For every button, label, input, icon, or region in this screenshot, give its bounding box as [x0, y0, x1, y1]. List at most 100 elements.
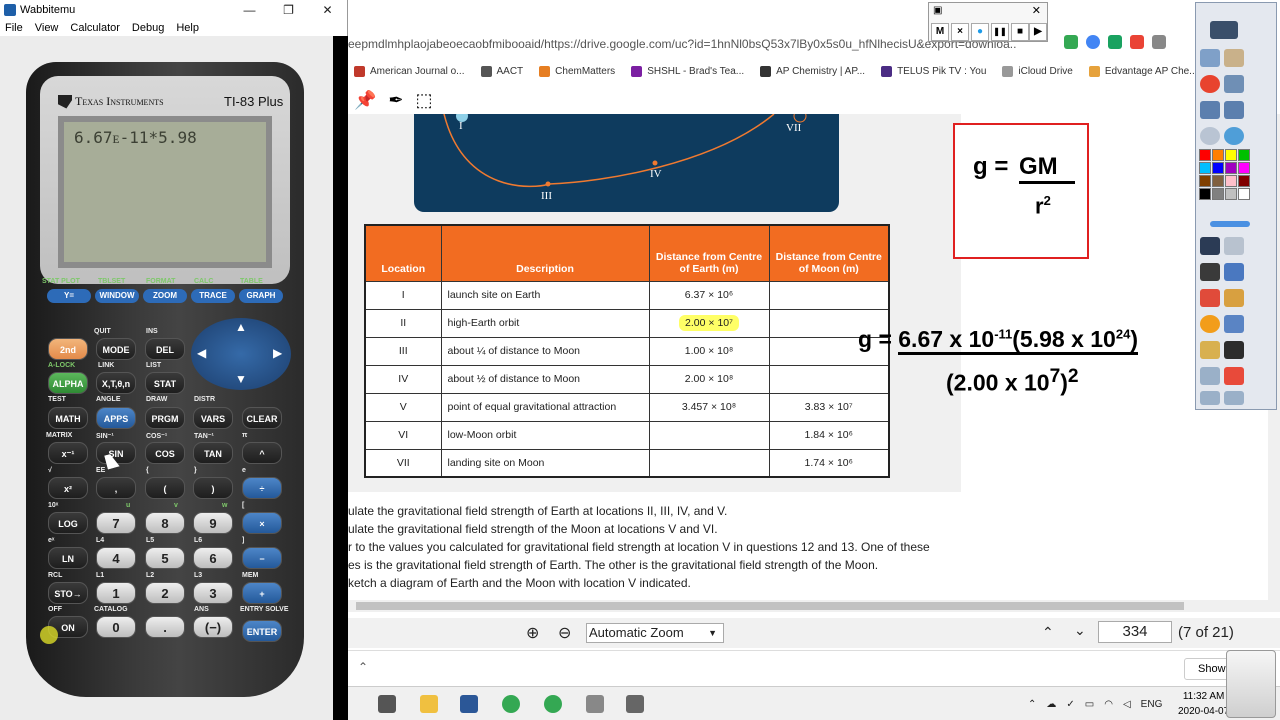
magic-pen-icon[interactable]: [1200, 341, 1220, 359]
bookmark-item[interactable]: SHSHL - Brad's Tea...: [631, 65, 744, 77]
chrome-icon[interactable]: [502, 695, 520, 713]
log-key[interactable]: LOG: [48, 512, 88, 534]
y-equals-key[interactable]: Y=: [47, 289, 91, 303]
bookmark-item[interactable]: American Journal o...: [354, 65, 465, 77]
ln-key[interactable]: LN: [48, 547, 88, 569]
color-swatch[interactable]: [1238, 175, 1250, 187]
menu-view[interactable]: View: [35, 22, 59, 34]
file-explorer-icon[interactable]: [420, 695, 438, 713]
color-swatch[interactable]: [1238, 188, 1250, 200]
security-icon[interactable]: ✓: [1066, 699, 1074, 710]
url-text[interactable]: eepmdlmhplaojabeoecaobfmibooaid/https://…: [348, 37, 1016, 51]
line-icon[interactable]: [1224, 315, 1244, 333]
text-icon[interactable]: [1224, 341, 1244, 359]
power-key[interactable]: ^: [242, 442, 282, 464]
next-page-icon[interactable]: ⌄: [1074, 622, 1086, 639]
mode-key[interactable]: MODE: [96, 338, 136, 360]
bookmark-item[interactable]: Edvantage AP Che...: [1088, 65, 1198, 77]
minimize-icon[interactable]: —: [230, 3, 269, 17]
redo-icon[interactable]: [1224, 391, 1244, 405]
vars-key[interactable]: VARS: [193, 407, 233, 429]
undo-icon[interactable]: [1200, 391, 1220, 405]
clear-key[interactable]: CLEAR: [242, 407, 282, 429]
arrow-right-icon[interactable]: ▶: [273, 346, 282, 360]
trash-icon[interactable]: [1226, 650, 1276, 718]
sto-key[interactable]: STO→: [48, 582, 88, 604]
tool-icon[interactable]: [1224, 237, 1244, 255]
fill-icon[interactable]: [1224, 289, 1244, 307]
language-indicator[interactable]: ENG: [1141, 699, 1163, 710]
window-key[interactable]: WINDOW: [95, 289, 139, 303]
rparen-key[interactable]: ): [193, 477, 233, 499]
close-icon[interactable]: ✕: [1032, 4, 1041, 17]
extension-blue-icon[interactable]: [1086, 35, 1100, 49]
prgm-key[interactable]: PRGM: [145, 407, 185, 429]
highlighter-icon[interactable]: [1224, 263, 1244, 281]
color-swatch[interactable]: [1212, 188, 1224, 200]
color-swatch[interactable]: [1212, 175, 1224, 187]
record-icon[interactable]: [1200, 75, 1220, 93]
color-swatch[interactable]: [1199, 162, 1211, 174]
arrow-left-icon[interactable]: ◀: [197, 346, 206, 360]
color-swatch[interactable]: [1238, 149, 1250, 161]
select-arrow-icon[interactable]: [1200, 237, 1220, 255]
zero-key[interactable]: 0: [96, 616, 136, 638]
arrow-up-icon[interactable]: ▲: [235, 320, 247, 334]
color-swatch[interactable]: [1199, 149, 1211, 161]
select-area-icon[interactable]: ⬚: [416, 90, 433, 111]
pin-icon[interactable]: 📌: [354, 90, 376, 111]
enter-key[interactable]: ENTER: [242, 620, 282, 642]
tool-icon[interactable]: [1200, 101, 1220, 119]
eraser-icon[interactable]: [1200, 289, 1220, 307]
color-swatch[interactable]: [1238, 162, 1250, 174]
five-key[interactable]: 5: [145, 547, 185, 569]
menu-calculator[interactable]: Calculator: [70, 22, 120, 34]
recorder-m-button[interactable]: M: [931, 23, 949, 41]
line-width-slider[interactable]: [1210, 221, 1250, 227]
subtract-key[interactable]: −: [242, 547, 282, 569]
shape-icon[interactable]: [1200, 315, 1220, 333]
zoom-out-icon[interactable]: ⊖: [558, 623, 571, 643]
apps-key[interactable]: APPS: [96, 407, 136, 429]
lparen-key[interactable]: (: [145, 477, 185, 499]
stat-key[interactable]: STAT: [145, 372, 185, 394]
zoom-select[interactable]: Automatic Zoom ▼: [586, 623, 724, 643]
zoom-key[interactable]: ZOOM: [143, 289, 187, 303]
tan-key[interactable]: TAN: [193, 442, 233, 464]
seven-key[interactable]: 7: [96, 512, 136, 534]
two-key[interactable]: 2: [145, 582, 185, 604]
trace-key[interactable]: TRACE: [191, 289, 235, 303]
page-number-input[interactable]: 334: [1098, 621, 1172, 643]
menu-help[interactable]: Help: [176, 22, 199, 34]
menu-file[interactable]: File: [5, 22, 23, 34]
recorder-pause-button[interactable]: ❚❚: [991, 23, 1009, 41]
zoom-in-icon[interactable]: ⊕: [526, 623, 539, 643]
task-view-icon[interactable]: [378, 695, 396, 713]
wifi-icon[interactable]: ◠: [1104, 699, 1113, 710]
previous-page-icon[interactable]: ⌃: [1042, 624, 1054, 641]
wabbitemu-taskbar-icon[interactable]: [586, 695, 604, 713]
horizontal-scrollbar[interactable]: [348, 600, 1268, 612]
tool-icon[interactable]: [1224, 101, 1244, 119]
bookmark-item[interactable]: AACT: [480, 65, 523, 77]
tool-icon[interactable]: [1200, 49, 1220, 67]
tool-icon[interactable]: [1224, 367, 1244, 385]
color-swatch[interactable]: [1225, 149, 1237, 161]
chrome-icon[interactable]: [544, 695, 562, 713]
comma-key[interactable]: ,: [96, 477, 136, 499]
decimal-key[interactable]: .: [145, 616, 185, 638]
close-icon[interactable]: ✕: [308, 3, 347, 17]
address-bar[interactable]: eepmdlmhplaojabeoecaobfmibooaid/https://…: [348, 30, 1280, 58]
battery-icon[interactable]: ▭: [1085, 699, 1094, 710]
color-swatch[interactable]: [1212, 149, 1224, 161]
extension-image-icon[interactable]: [1108, 35, 1122, 49]
word-icon[interactable]: [460, 695, 478, 713]
del-key[interactable]: DEL: [145, 338, 185, 360]
three-key[interactable]: 3: [193, 582, 233, 604]
extension-green-icon[interactable]: [1064, 35, 1078, 49]
pen-icon[interactable]: [1200, 263, 1220, 281]
tool-icon[interactable]: [1224, 49, 1244, 67]
arrow-down-icon[interactable]: ▼: [235, 372, 247, 386]
color-swatch[interactable]: [1199, 175, 1211, 187]
cloud-icon[interactable]: ☁: [1046, 699, 1056, 710]
